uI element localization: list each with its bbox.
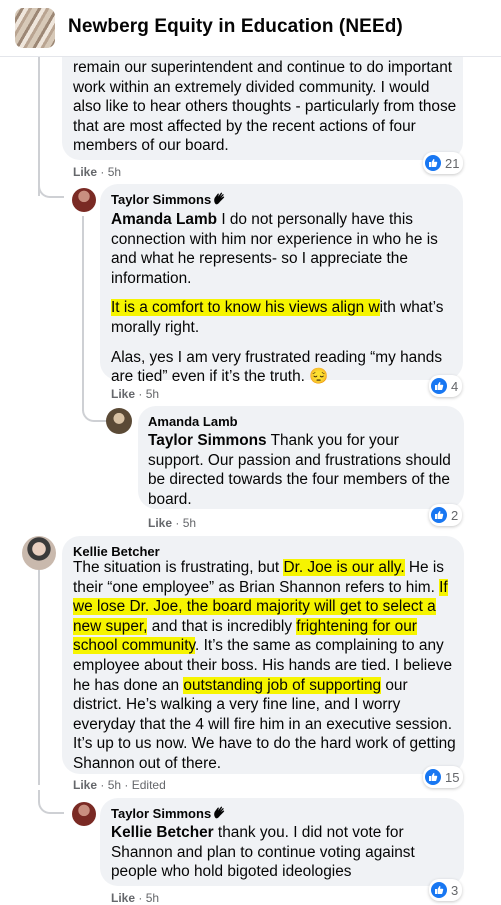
comment-text: Amanda Lamb I do not personally have thi… [111, 211, 444, 386]
like-link[interactable]: Like [148, 516, 172, 530]
comment-meta: Like · 5h [73, 165, 122, 179]
highlight: Dr. Joe is our ally. [283, 559, 405, 576]
reaction-count[interactable]: 3 [429, 879, 463, 901]
comment-meta: Like · 5h [148, 516, 197, 530]
thumbs-up-icon [431, 882, 447, 898]
thumbs-up-icon [431, 378, 447, 394]
waving-hand-icon [214, 192, 225, 205]
like-link[interactable]: Like [73, 165, 97, 179]
comment-time[interactable]: 5h [183, 516, 196, 530]
avatar[interactable] [72, 188, 96, 212]
comment-text: The situation is frustrating, but Dr. Jo… [73, 559, 456, 772]
comment-author[interactable]: Taylor Simmons [111, 192, 211, 207]
comment-time[interactable]: 5h [108, 778, 121, 792]
avatar[interactable] [106, 408, 132, 434]
thread-line [82, 216, 84, 411]
group-title[interactable]: Newberg Equity in Education (NEEd) [68, 16, 403, 38]
like-link[interactable]: Like [111, 891, 135, 905]
comment-meta: Like · 5h · Edited [73, 778, 166, 792]
highlight: It is a comfort to know his views align … [111, 299, 380, 317]
thumbs-up-icon [425, 155, 441, 171]
mention[interactable]: Kellie Betcher [111, 824, 214, 841]
group-header: Newberg Equity in Education (NEEd) [0, 0, 501, 57]
reaction-count[interactable]: 2 [429, 504, 463, 526]
thread-line-branch [82, 395, 108, 422]
comment-text: Taylor Simmons Thank you for your suppor… [148, 432, 451, 508]
comment-meta: Like · 5h [111, 387, 160, 401]
avatar[interactable] [22, 536, 56, 570]
group-avatar[interactable] [15, 8, 55, 48]
thread-line-branch [38, 176, 64, 198]
edited-label[interactable]: Edited [132, 778, 166, 792]
like-link[interactable]: Like [73, 778, 97, 792]
comment-text: Kellie Betcher thank you. I did not vote… [111, 824, 415, 881]
comment-time[interactable]: 5h [108, 165, 121, 179]
highlight: outstanding job of supporting [183, 676, 382, 694]
comment-time[interactable]: 5h [146, 387, 159, 401]
comment-author[interactable]: Amanda Lamb [148, 414, 238, 429]
reaction-count[interactable]: 21 [423, 152, 464, 174]
like-link[interactable]: Like [111, 387, 135, 401]
reaction-count[interactable]: 4 [429, 375, 463, 397]
comment-author[interactable]: Taylor Simmons [111, 806, 211, 821]
thumbs-up-icon [431, 507, 447, 523]
comment-time[interactable]: 5h [146, 891, 159, 905]
comment-meta: Like · 5h [111, 891, 160, 905]
thread-line [38, 56, 40, 196]
avatar[interactable] [72, 802, 96, 826]
mention[interactable]: Amanda Lamb [111, 211, 217, 228]
thumbs-up-icon [425, 769, 441, 785]
comment-text: remain our superintendent and continue t… [73, 59, 457, 155]
reaction-count[interactable]: 15 [423, 766, 464, 788]
mention[interactable]: Taylor Simmons [148, 432, 267, 449]
thread-line-branch [38, 790, 64, 814]
thread-line [38, 570, 40, 785]
waving-hand-icon [214, 806, 225, 819]
comment-author[interactable]: Kellie Betcher [73, 544, 160, 559]
